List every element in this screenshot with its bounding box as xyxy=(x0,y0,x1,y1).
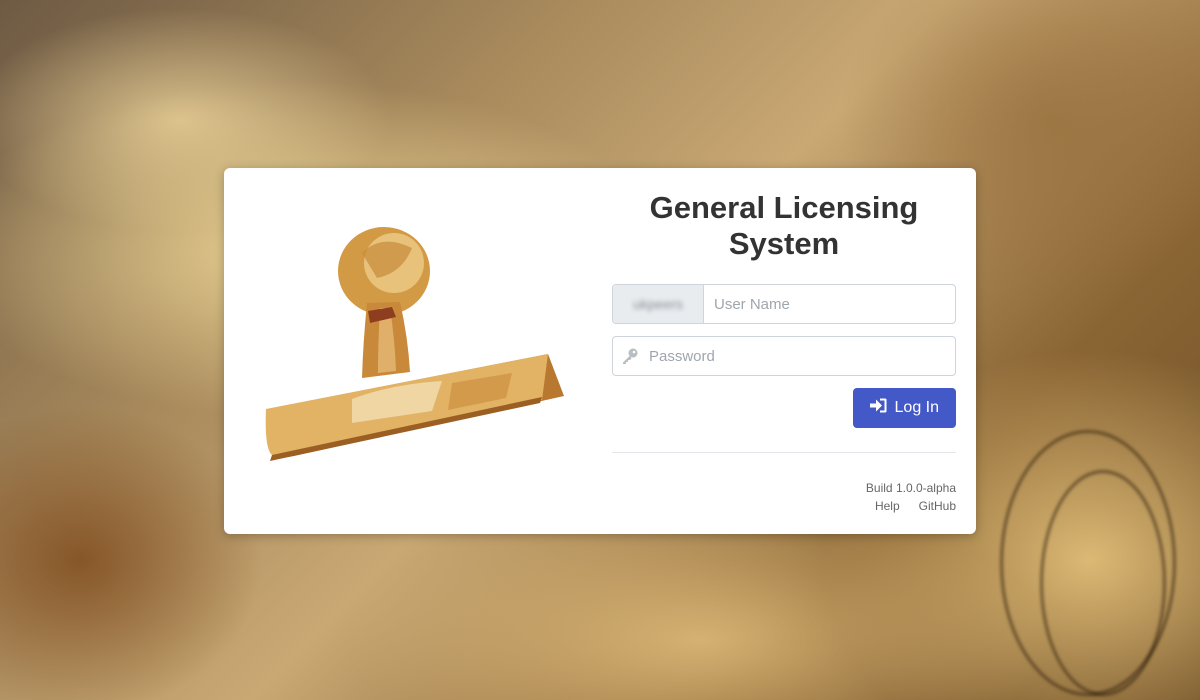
footer-links: Help GitHub xyxy=(875,499,956,513)
rubber-stamp-icon xyxy=(265,227,564,461)
username-group: ukpeers xyxy=(612,284,956,324)
username-input[interactable] xyxy=(704,285,955,323)
password-input[interactable] xyxy=(647,337,955,375)
divider xyxy=(612,452,956,453)
github-link[interactable]: GitHub xyxy=(919,499,956,513)
page-title: General Licensing System xyxy=(649,190,919,261)
sign-in-icon xyxy=(869,398,887,418)
background-decoration xyxy=(1040,470,1166,696)
build-version: Build 1.0.0-alpha xyxy=(865,481,956,495)
key-icon xyxy=(613,337,647,375)
login-button[interactable]: Log In xyxy=(852,388,956,428)
help-link[interactable]: Help xyxy=(875,499,900,513)
domain-addon: ukpeers xyxy=(613,285,704,323)
login-button-label: Log In xyxy=(894,399,939,416)
domain-addon-label: ukpeers xyxy=(633,296,683,312)
login-card: General Licensing System ukpeers User Na… xyxy=(224,168,976,534)
password-group xyxy=(612,336,956,376)
login-form: General Licensing System ukpeers User Na… xyxy=(612,168,956,534)
